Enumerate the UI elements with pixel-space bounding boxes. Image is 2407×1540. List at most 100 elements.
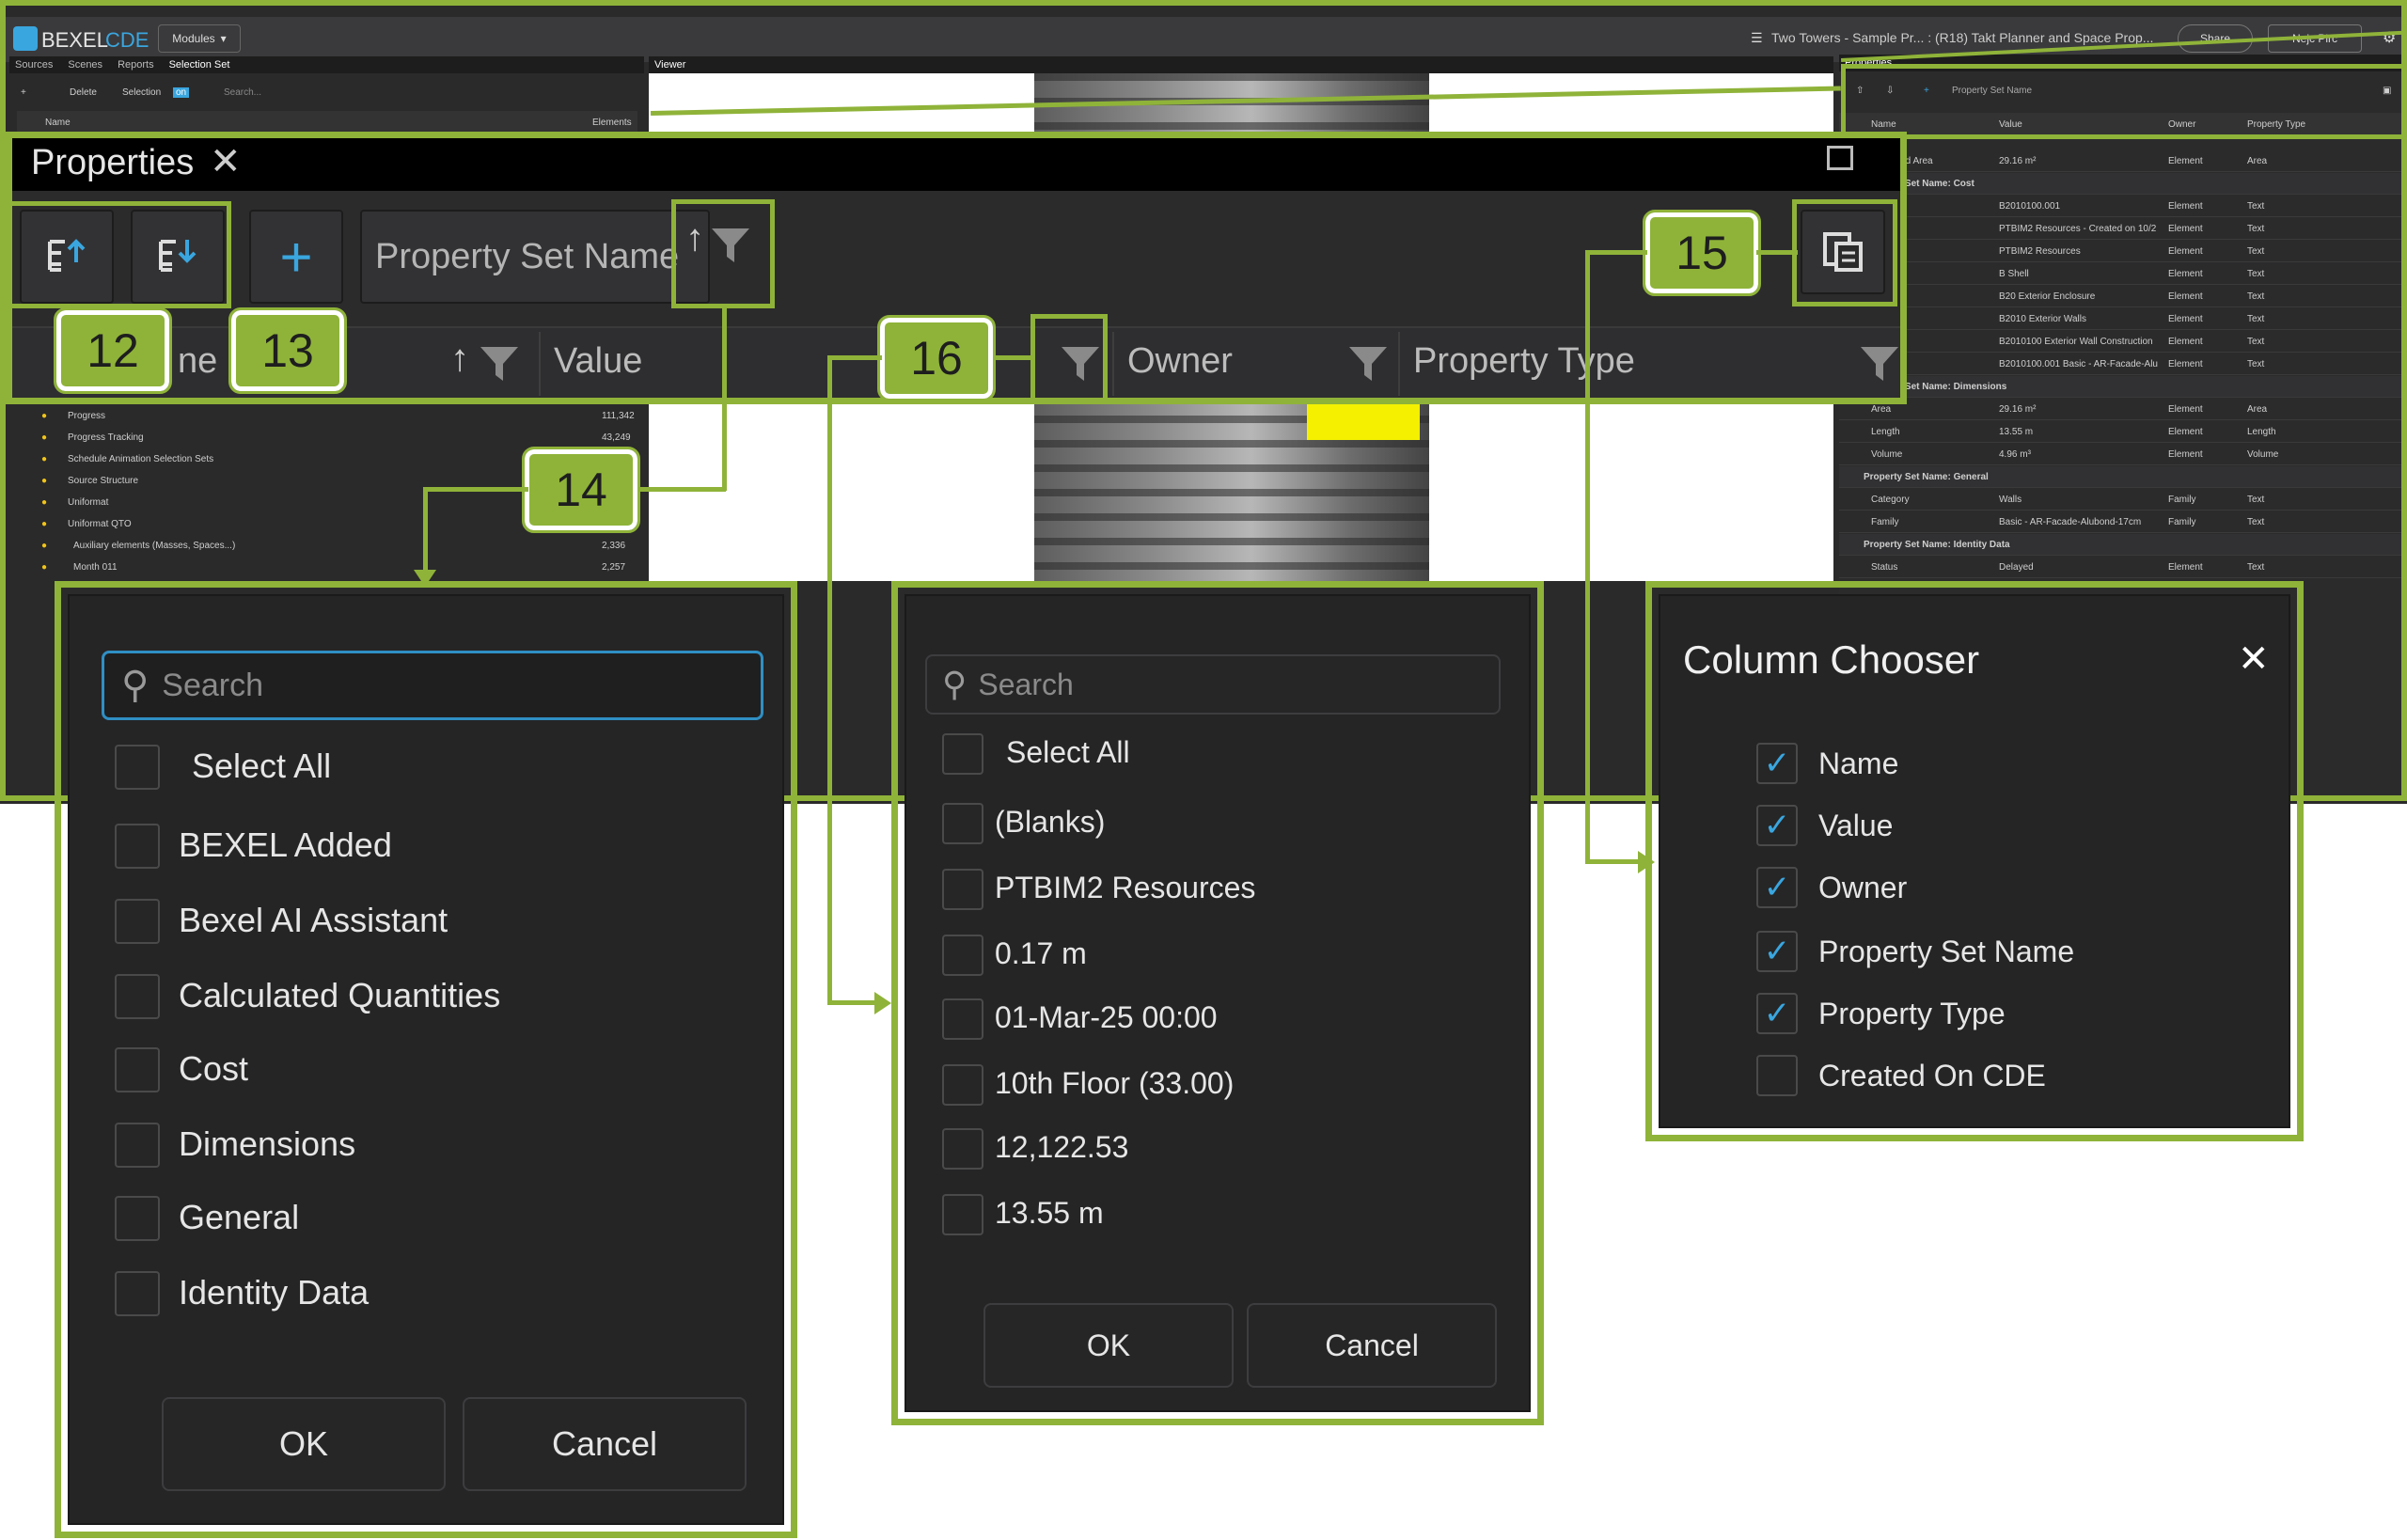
value-item-checkbox[interactable] <box>942 935 983 976</box>
cc-checkbox-owner[interactable]: ✓ <box>1756 867 1798 908</box>
value-item-checkbox[interactable] <box>942 869 983 910</box>
value-item-label: PTBIM2 Resources <box>995 871 1256 904</box>
value-item-label: (Blanks) <box>995 805 1106 839</box>
psn-filter-panel: ⚲ Search Select All BEXEL Added Bexel AI… <box>68 594 784 1525</box>
psn-item-checkbox[interactable] <box>115 899 160 944</box>
col-value[interactable]: Value <box>554 341 642 382</box>
connector-14 <box>423 487 528 492</box>
psn-select-all-checkbox[interactable] <box>115 745 160 790</box>
filter-icon[interactable] <box>1347 343 1389 385</box>
connector-15 <box>1585 859 1642 864</box>
psn-item-label: Identity Data <box>179 1273 370 1312</box>
cc-checkbox-property-set-name[interactable]: ✓ <box>1756 931 1798 972</box>
right-panel-highlight <box>1841 64 2407 139</box>
column-chooser-title: Column Chooser <box>1683 637 1980 682</box>
zoom-titlebar: Properties ✕ <box>12 138 1900 191</box>
cc-label: Created On CDE <box>1818 1059 2046 1092</box>
value-search-placeholder: Search <box>978 667 1074 701</box>
callout-12: 12 <box>54 307 172 394</box>
psn-item-label: Bexel AI Assistant <box>179 901 448 939</box>
cc-label: Owner <box>1818 871 1908 904</box>
value-item-label: 0.17 m <box>995 936 1087 970</box>
psn-item-checkbox[interactable] <box>115 824 160 869</box>
psn-item-checkbox[interactable] <box>115 1123 160 1168</box>
arrow-right-icon <box>874 992 891 1014</box>
filter-icon[interactable] <box>1859 343 1900 385</box>
close-icon[interactable]: ✕ <box>210 140 242 183</box>
psn-item-checkbox[interactable] <box>115 1271 160 1316</box>
value-item-checkbox[interactable] <box>942 1064 983 1106</box>
callout-15: 15 <box>1643 210 1761 296</box>
cc-checkbox-value[interactable]: ✓ <box>1756 805 1798 846</box>
value-select-all-checkbox[interactable] <box>942 733 983 775</box>
value-item-label: 10th Floor (33.00) <box>995 1066 1235 1100</box>
filter-icon[interactable] <box>479 343 520 385</box>
psn-search-input[interactable]: ⚲ Search <box>102 651 763 720</box>
connector-14 <box>639 487 726 492</box>
psn-item-label: BEXEL Added <box>179 825 392 864</box>
value-item-label: 13.55 m <box>995 1196 1104 1230</box>
add-button[interactable]: + <box>249 210 343 304</box>
psn-item-checkbox[interactable] <box>115 974 160 1019</box>
psn-item-checkbox[interactable] <box>115 1047 160 1092</box>
close-icon[interactable]: ✕ <box>2238 637 2270 681</box>
zoom-title: Properties <box>31 143 195 182</box>
ok-label: OK <box>1086 1328 1131 1362</box>
cancel-label: Cancel <box>551 1424 658 1463</box>
column-divider <box>1398 332 1400 396</box>
cancel-label: Cancel <box>1325 1328 1419 1362</box>
search-icon: ⚲ <box>121 665 149 706</box>
col-name-partial[interactable]: ne <box>178 341 217 382</box>
cc-checkbox-name[interactable]: ✓ <box>1756 743 1798 784</box>
psn-cancel-button[interactable]: Cancel <box>463 1397 747 1491</box>
cc-label: Property Type <box>1818 997 2006 1030</box>
connector-15 <box>1585 250 1647 255</box>
psn-select-all-label: Select All <box>192 746 332 785</box>
connector-14 <box>423 487 428 581</box>
column-divider <box>1112 332 1114 396</box>
connector-16 <box>827 355 832 1004</box>
value-item-checkbox[interactable] <box>942 1194 983 1235</box>
cc-checkbox-created-on-cde[interactable]: ✓ <box>1756 1055 1798 1096</box>
connector-15 <box>1756 250 1798 255</box>
cc-checkbox-property-type[interactable]: ✓ <box>1756 993 1798 1034</box>
highlight-filter-group <box>671 199 775 308</box>
connector-14 <box>722 305 727 491</box>
psn-item-checkbox[interactable] <box>115 1196 160 1241</box>
connector-16 <box>993 355 1034 360</box>
value-item-checkbox[interactable] <box>942 998 983 1040</box>
psn-item-label: Calculated Quantities <box>179 976 501 1014</box>
value-select-all-label: Select All <box>1006 735 1130 769</box>
plus-icon: + <box>279 225 313 289</box>
psn-item-label: General <box>179 1198 300 1236</box>
psn-item-label: Dimensions <box>179 1124 356 1163</box>
value-item-label: 01-Mar-25 00:00 <box>995 1000 1218 1034</box>
value-item-checkbox[interactable] <box>942 803 983 844</box>
value-item-label: 12,122.53 <box>995 1130 1129 1164</box>
value-ok-button[interactable]: OK <box>983 1303 1234 1388</box>
value-search-input[interactable]: ⚲ Search <box>925 654 1501 715</box>
connector-16 <box>827 355 882 360</box>
connector-15 <box>1585 250 1590 863</box>
sort-asc-icon[interactable]: ↑ <box>450 338 469 380</box>
callout-14: 14 <box>522 447 640 533</box>
column-divider <box>539 332 541 396</box>
psn-item-label: Cost <box>179 1049 249 1088</box>
maximize-icon[interactable] <box>1827 146 1853 170</box>
col-owner[interactable]: Owner <box>1127 341 1233 382</box>
value-item-checkbox[interactable] <box>942 1128 983 1170</box>
group-by-chip[interactable]: Property Set Name <box>360 210 710 304</box>
callout-16: 16 <box>877 315 996 401</box>
highlight-column-chooser <box>1792 199 1897 306</box>
search-icon: ⚲ <box>942 665 968 703</box>
psn-ok-button[interactable]: OK <box>162 1397 446 1491</box>
cc-label: Value <box>1818 809 1894 842</box>
group-chip-label: Property Set Name <box>375 236 680 276</box>
highlight-filter-value <box>1030 314 1108 402</box>
col-property-type[interactable]: Property Type <box>1413 341 1635 382</box>
callout-13: 13 <box>228 307 347 394</box>
highlight-tree-buttons <box>6 201 231 308</box>
psn-search-placeholder: Search <box>162 667 264 703</box>
ok-label: OK <box>278 1424 328 1463</box>
value-cancel-button[interactable]: Cancel <box>1247 1303 1497 1388</box>
